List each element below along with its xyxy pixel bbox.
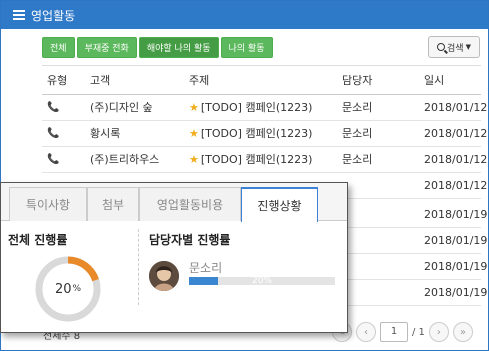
tab-bar: 특이사항 첨부 영업활동비용 진행상황 xyxy=(1,183,347,222)
filter-my-todo-button[interactable]: 해야할 나의 활동 xyxy=(138,37,219,58)
filter-my-activity-button[interactable]: 나의 활동 xyxy=(220,37,273,58)
date-cell: 2018/01/19 xyxy=(424,234,488,247)
filter-all-button[interactable]: 전체 xyxy=(42,37,75,58)
owner-progress-bar: 20% xyxy=(189,276,335,286)
search-icon xyxy=(437,43,446,51)
owner-cell: 문소리 xyxy=(342,127,373,140)
prev-page-icon[interactable]: ‹ xyxy=(356,322,376,342)
subject-text: [TODO] 캠페인(1223) xyxy=(200,127,313,140)
subject-text: [TODO] 캠페인(1223) xyxy=(200,153,313,166)
total-pages: / 1 xyxy=(412,326,425,338)
overall-progress-unit: % xyxy=(72,284,82,294)
filter-bar: 전체 부재중 전화 해야할 나의 활동 나의 활동 xyxy=(42,37,273,58)
chevron-down-icon: ▼ xyxy=(465,43,471,51)
star-icon: ★ xyxy=(189,101,199,114)
avatar xyxy=(149,261,179,291)
pagination: « ‹ 1 / 1 › » xyxy=(332,322,473,342)
section-divider xyxy=(138,229,139,305)
customer-cell[interactable]: 황시록 xyxy=(90,121,120,147)
date-cell: 2018/01/19 xyxy=(424,260,488,273)
tab-progress[interactable]: 진행상황 xyxy=(241,187,318,222)
overall-progress-value: 20% xyxy=(34,255,102,323)
star-icon: ★ xyxy=(189,153,199,166)
date-cell: 2018/01/19 xyxy=(424,208,488,221)
phone-icon: 📞 xyxy=(47,128,60,139)
overall-progress-number: 20 xyxy=(54,281,72,297)
date-cell: 2018/01/12 xyxy=(424,127,488,140)
owner-name: 문소리 xyxy=(189,261,223,275)
overall-progress-title: 전체 진행률 xyxy=(8,233,68,247)
list-icon xyxy=(13,10,25,20)
date-cell: 2018/01/12 xyxy=(424,101,488,114)
tab-special-notes[interactable]: 특이사항 xyxy=(9,187,87,221)
last-page-icon[interactable]: » xyxy=(452,322,473,342)
progress-popup: 특이사항 첨부 영업활동비용 진행상황 전체 진행률 담당자별 진행률 20% … xyxy=(0,182,348,333)
column-header-type[interactable]: 유형 xyxy=(47,66,67,95)
date-cell: 2018/01/19 xyxy=(424,286,488,299)
table-header: 유형 고객 주제 담당자 일시 xyxy=(42,65,481,95)
owner-cell: 문소리 xyxy=(342,153,373,166)
panel-title: 영업활동 xyxy=(31,8,76,23)
star-icon: ★ xyxy=(189,127,199,140)
column-header-date[interactable]: 일시 xyxy=(424,66,444,95)
phone-icon: 📞 xyxy=(47,154,60,165)
panel-header: 영업활동 xyxy=(1,1,488,29)
table-row[interactable]: 📞 (주)디자인 숲 ★ [TODO] 캠페인(1223) 문소리 2018/01… xyxy=(42,95,487,121)
column-header-subject[interactable]: 주제 xyxy=(189,66,209,95)
tab-activity-cost[interactable]: 영업활동비용 xyxy=(139,187,241,221)
table-row[interactable]: 📞 황시록 ★ [TODO] 캠페인(1223) 문소리 2018/01/12 xyxy=(42,121,487,147)
next-page-icon[interactable]: › xyxy=(428,322,449,342)
subject-cell[interactable]: ★ [TODO] 캠페인(1223) xyxy=(189,121,312,147)
owner-progress-label: 20% xyxy=(251,276,272,286)
date-cell: 2018/01/12 xyxy=(424,179,488,192)
search-label: 검색 xyxy=(447,43,464,54)
table-row[interactable]: 📞 (주)트리하우스 ★ [TODO] 캠페인(1223) 문소리 2018/01… xyxy=(42,147,487,173)
page-input[interactable]: 1 xyxy=(380,322,408,342)
subject-text: [TODO] 캠페인(1223) xyxy=(200,101,313,114)
date-cell: 2018/01/12 xyxy=(424,153,488,166)
subject-cell[interactable]: ★ [TODO] 캠페인(1223) xyxy=(189,95,312,121)
subject-cell[interactable]: ★ [TODO] 캠페인(1223) xyxy=(189,147,312,173)
owner-progress-title: 담당자별 진행률 xyxy=(149,233,231,247)
tab-attachments[interactable]: 첨부 xyxy=(87,187,139,221)
customer-cell[interactable]: (주)디자인 숲 xyxy=(90,95,153,121)
filter-missed-call-button[interactable]: 부재중 전화 xyxy=(76,37,137,58)
column-header-owner[interactable]: 담당자 xyxy=(342,66,372,95)
search-button[interactable]: 검색 ▼ xyxy=(428,36,480,58)
customer-cell[interactable]: (주)트리하우스 xyxy=(90,147,159,173)
column-header-customer[interactable]: 고객 xyxy=(90,66,110,95)
avatar-image xyxy=(149,261,179,291)
phone-icon: 📞 xyxy=(47,102,60,113)
owner-cell: 문소리 xyxy=(342,101,373,114)
